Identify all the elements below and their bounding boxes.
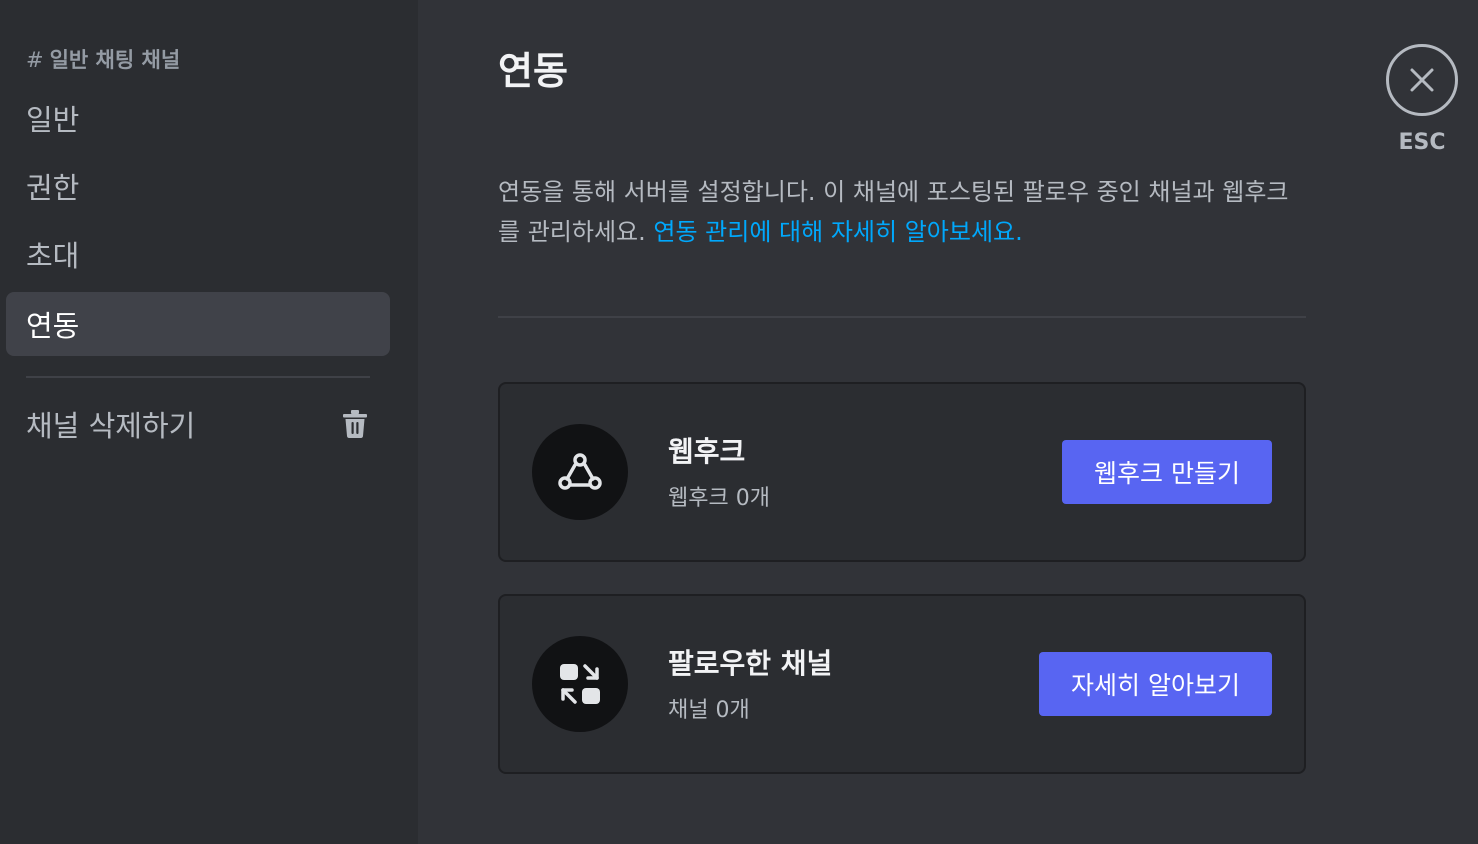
learn-more-button[interactable]: 자세히 알아보기 (1039, 652, 1272, 716)
sidebar-item-label: 일반 (26, 103, 80, 137)
esc-label: ESC (1398, 130, 1446, 155)
channel-name: 일반 채팅 채널 (49, 48, 181, 72)
sidebar-item-label: 연동 (26, 309, 80, 343)
webhooks-card: 웹후크 웹후크 0개 웹후크 만들기 (498, 382, 1306, 562)
webhook-count: 웹후크 0개 (668, 486, 770, 511)
followed-channels-icon (532, 636, 628, 732)
hash-icon: # (26, 48, 44, 72)
close-icon (1409, 67, 1435, 93)
page-title: 연동 (498, 49, 568, 93)
sidebar-item-invites[interactable]: 초대 (6, 222, 390, 286)
learn-more-link[interactable]: 연동 관리에 대해 자세히 알아보세요. (653, 218, 1022, 246)
sidebar-item-general[interactable]: 일반 (6, 86, 390, 150)
sidebar-header: # 일반 채팅 채널 (26, 44, 180, 74)
trash-icon (342, 409, 368, 439)
close-button[interactable] (1386, 44, 1458, 116)
create-webhook-button[interactable]: 웹후크 만들기 (1062, 440, 1272, 504)
webhook-icon (532, 424, 628, 520)
channel-settings-window: # 일반 채팅 채널 일반 권한 초대 연동 채널 삭제하기 연동 연동을 통해… (0, 0, 1478, 844)
section-divider (498, 316, 1306, 318)
sidebar-item-permissions[interactable]: 권한 (6, 154, 390, 218)
sidebar-item-label: 초대 (26, 239, 80, 273)
sidebar-item-integrations[interactable]: 연동 (6, 292, 390, 356)
delete-channel-button[interactable]: 채널 삭제하기 (6, 392, 390, 456)
sidebar-item-label: 권한 (26, 171, 80, 205)
settings-sidebar: # 일반 채팅 채널 일반 권한 초대 연동 채널 삭제하기 (0, 0, 418, 844)
followed-channels-card: 팔로우한 채널 채널 0개 자세히 알아보기 (498, 594, 1306, 774)
card-title: 웹후크 (668, 435, 746, 468)
followed-channel-count: 채널 0개 (668, 698, 750, 723)
card-title: 팔로우한 채널 (668, 647, 833, 680)
page-description: 연동을 통해 서버를 설정합니다. 이 채널에 포스팅된 팔로우 중인 채널과 … (498, 172, 1308, 252)
delete-channel-label: 채널 삭제하기 (26, 409, 196, 443)
sidebar-divider (26, 376, 370, 378)
